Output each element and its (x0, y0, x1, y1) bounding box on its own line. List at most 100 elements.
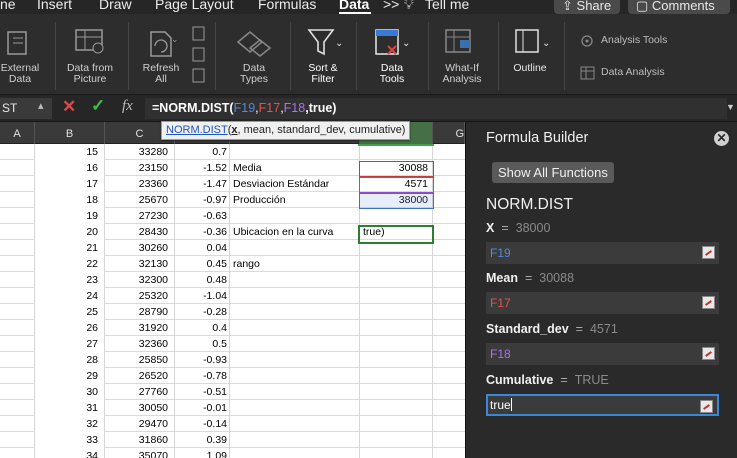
cell-d[interactable]: -1.52 (175, 160, 230, 176)
cell-e[interactable] (230, 368, 360, 384)
cell-a[interactable] (0, 448, 35, 458)
cell-d[interactable]: 0.48 (175, 272, 230, 288)
what-if-analysis-button[interactable]: What-If Analysis (434, 14, 490, 94)
cell-f[interactable] (360, 208, 433, 224)
cell-f[interactable] (360, 368, 433, 384)
cell-d[interactable]: -0.14 (175, 416, 230, 432)
cell-e[interactable] (230, 352, 360, 368)
cell-a[interactable] (0, 416, 35, 432)
tab-data[interactable]: Data (339, 0, 369, 12)
cell-c[interactable]: 25320 (105, 288, 175, 304)
cell-a[interactable] (0, 288, 35, 304)
argument-input-field[interactable]: true (486, 394, 719, 416)
cell-a[interactable] (0, 368, 35, 384)
get-external-data-button[interactable]: External Data (0, 14, 46, 94)
collapse-range-icon[interactable] (700, 400, 713, 413)
cell-f[interactable] (360, 416, 433, 432)
name-box-dropdown-icon[interactable]: ▴︎ (38, 99, 44, 112)
cell-c[interactable]: 32360 (105, 336, 175, 352)
cell-a[interactable] (0, 176, 35, 192)
cell-a[interactable] (0, 256, 35, 272)
cell-c[interactable]: 23360 (105, 176, 175, 192)
argument-input-field[interactable]: F19 (486, 242, 719, 264)
data-analysis-button[interactable]: Data Analysis (580, 66, 665, 80)
show-all-functions-button[interactable]: Show All Functions (492, 162, 614, 183)
cell-d[interactable]: -1.47 (175, 176, 230, 192)
data-types-button[interactable]: Data Types (222, 14, 286, 94)
cell-f[interactable] (360, 320, 433, 336)
cell-c[interactable]: 30260 (105, 240, 175, 256)
cell-d[interactable]: -0.51 (175, 384, 230, 400)
collapse-range-icon[interactable] (702, 296, 715, 309)
collapse-range-icon[interactable] (702, 246, 715, 259)
cell-e[interactable]: Media (230, 160, 360, 176)
cell-f[interactable] (360, 432, 433, 448)
cell-d[interactable]: 0.04 (175, 240, 230, 256)
cell-b[interactable]: 20 (35, 224, 105, 240)
comments-button[interactable]: ▢ Comments (628, 0, 730, 14)
data-from-picture-button[interactable]: Data from Picture (60, 14, 120, 94)
cell-e[interactable] (230, 144, 360, 160)
column-header-a[interactable]: A (0, 122, 35, 144)
cell-a[interactable] (0, 192, 35, 208)
cell-b[interactable]: 29 (35, 368, 105, 384)
cell-b[interactable]: 27 (35, 336, 105, 352)
cell-b[interactable]: 17 (35, 176, 105, 192)
cell-e[interactable] (230, 432, 360, 448)
cell-a[interactable] (0, 320, 35, 336)
cell-c[interactable]: 25670 (105, 192, 175, 208)
cell-f[interactable] (360, 144, 433, 160)
cell-e[interactable] (230, 240, 360, 256)
cell-e[interactable]: Desviacion Estándar (230, 176, 360, 192)
column-header-g[interactable]: G (433, 122, 465, 144)
cell-c[interactable]: 30050 (105, 400, 175, 416)
cell-d[interactable]: -0.78 (175, 368, 230, 384)
enter-checkmark-icon[interactable]: ✓ (91, 96, 105, 116)
cell-a[interactable] (0, 304, 35, 320)
cell-f[interactable] (360, 256, 433, 272)
cell-d[interactable]: -0.36 (175, 224, 230, 240)
cell-c[interactable]: 33280 (105, 144, 175, 160)
cell-d[interactable]: 0.7 (175, 144, 230, 160)
tooltip-function-link[interactable]: NORM.DIST (166, 124, 228, 136)
cell-d[interactable]: 0.5 (175, 336, 230, 352)
cell-e[interactable] (230, 320, 360, 336)
cell-c[interactable]: 29470 (105, 416, 175, 432)
more-tabs-chevron-icon[interactable]: >> (383, 0, 399, 12)
cell-f[interactable] (360, 336, 433, 352)
cell-d[interactable]: 0.45 (175, 256, 230, 272)
tab-insert[interactable]: Insert (37, 0, 72, 12)
cell-b[interactable]: 18 (35, 192, 105, 208)
argument-input-field[interactable]: F18 (486, 343, 719, 365)
cell-d[interactable]: -0.97 (175, 192, 230, 208)
cell-b[interactable]: 32 (35, 416, 105, 432)
cell-a[interactable] (0, 144, 35, 160)
outline-button[interactable]: ⌄ Outline (504, 14, 556, 94)
cell-c[interactable]: 31920 (105, 320, 175, 336)
cell-e[interactable] (230, 288, 360, 304)
refresh-all-button[interactable]: ⌄ Refresh All (134, 14, 188, 94)
cell-f[interactable] (360, 352, 433, 368)
cell-e[interactable] (230, 384, 360, 400)
cell-d[interactable]: -0.01 (175, 400, 230, 416)
tab-draw[interactable]: Draw (99, 0, 132, 12)
cell-b[interactable]: 31 (35, 400, 105, 416)
cell-d[interactable]: 0.39 (175, 432, 230, 448)
cell-a[interactable] (0, 384, 35, 400)
cell-e[interactable] (230, 272, 360, 288)
cell-a[interactable] (0, 240, 35, 256)
cell-a[interactable] (0, 272, 35, 288)
tab-tell-me[interactable]: Tell me (425, 0, 469, 12)
cell-f[interactable] (360, 384, 433, 400)
cell-a[interactable] (0, 432, 35, 448)
cell-b[interactable]: 34 (35, 448, 105, 458)
cell-c[interactable]: 35070 (105, 448, 175, 458)
cell-c[interactable]: 32300 (105, 272, 175, 288)
cell-f[interactable] (360, 400, 433, 416)
cell-c[interactable]: 23150 (105, 160, 175, 176)
cell-c[interactable]: 25850 (105, 352, 175, 368)
cell-b[interactable]: 24 (35, 288, 105, 304)
cell-e[interactable]: Ubicacion en la curva (230, 224, 360, 240)
cell-b[interactable]: 28 (35, 352, 105, 368)
column-header-b[interactable]: B (35, 122, 105, 144)
